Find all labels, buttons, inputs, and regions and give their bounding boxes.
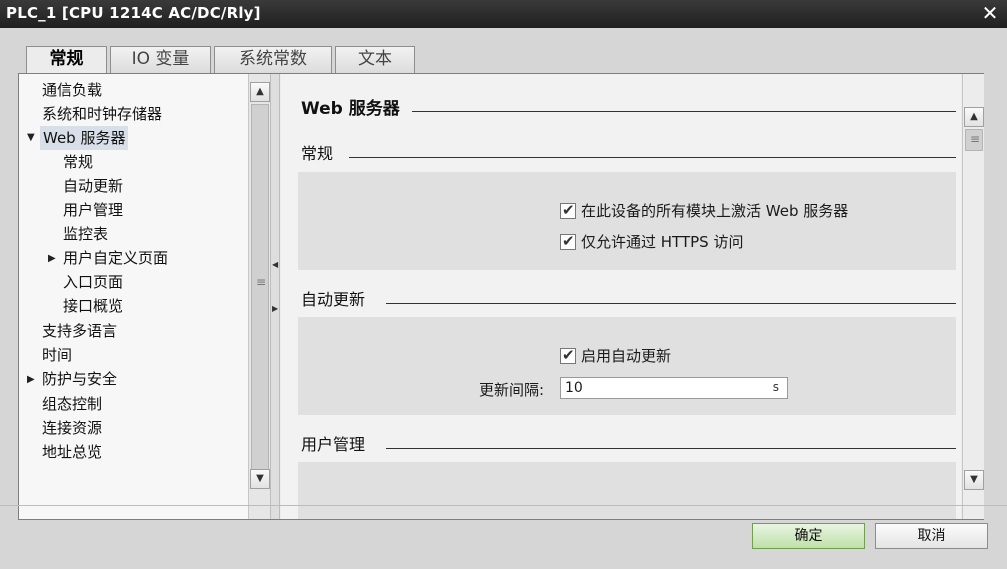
nav-item-user-management[interactable]: 用户管理 <box>63 198 123 222</box>
close-icon[interactable]: ✕ <box>979 2 1001 24</box>
auto-update-group: ✔ 启用自动更新 更新间隔: 10 s <box>298 317 956 415</box>
https-only-label: 仅允许通过 HTTPS 访问 <box>581 233 744 251</box>
nav-item-multilingual[interactable]: 支持多语言 <box>42 319 117 343</box>
section-rule <box>386 448 956 449</box>
title-bar: PLC_1 [CPU 1214C AC/DC/Rly] ✕ <box>0 0 1007 28</box>
nav-item-watch-tables[interactable]: 监控表 <box>63 222 108 246</box>
grip-icon: ≡ <box>256 275 267 289</box>
properties-panel: 通信负载 系统和时钟存储器 ▼ Web 服务器 常规 自动更新 用户管理 监控表… <box>18 73 984 520</box>
collapse-left-icon[interactable]: ◀ <box>272 260 278 269</box>
nav-item-comm-load[interactable]: 通信负载 <box>42 78 102 102</box>
tab-io-tags[interactable]: IO 变量 <box>110 46 211 73</box>
expand-right-icon[interactable]: ▶ <box>272 304 278 313</box>
collapse-arrow-icon[interactable]: ▶ <box>48 247 56 271</box>
scroll-up-icon[interactable]: ▲ <box>964 107 984 127</box>
nav-item-config-control[interactable]: 组态控制 <box>42 392 102 416</box>
nav-item-user-defined-pages[interactable]: 用户自定义页面 <box>63 246 168 270</box>
update-interval-label: 更新间隔: <box>479 381 545 399</box>
expand-arrow-icon[interactable]: ▼ <box>27 126 35 150</box>
nav-item-web-general[interactable]: 常规 <box>63 150 93 174</box>
tab-general[interactable]: 常规 <box>26 46 107 74</box>
section-rule <box>349 157 956 158</box>
user-management-group <box>298 462 956 519</box>
title-rule <box>412 111 956 112</box>
enable-auto-update-label: 启用自动更新 <box>581 347 672 365</box>
section-title-auto-update: 自动更新 <box>301 290 366 309</box>
update-interval-value: 10 <box>565 380 583 396</box>
nav-item-protection-security[interactable]: 防护与安全 <box>42 367 117 391</box>
tab-texts[interactable]: 文本 <box>335 46 415 73</box>
nav-item-system-clock-memory[interactable]: 系统和时钟存储器 <box>42 102 162 126</box>
nav-item-time[interactable]: 时间 <box>42 343 72 367</box>
ok-button[interactable]: 确定 <box>752 523 865 549</box>
navigation-tree: 通信负载 系统和时钟存储器 ▼ Web 服务器 常规 自动更新 用户管理 监控表… <box>19 74 248 519</box>
scroll-up-icon[interactable]: ▲ <box>250 82 270 102</box>
nav-item-connection-resources[interactable]: 连接资源 <box>42 416 102 440</box>
nav-scrollbar[interactable]: ▲ ≡ ▼ <box>248 74 270 519</box>
nav-item-entry-page[interactable]: 入口页面 <box>63 270 123 294</box>
scroll-down-icon[interactable]: ▼ <box>250 469 270 489</box>
scrollbar-thumb[interactable]: ≡ <box>965 129 983 151</box>
section-title-user-management: 用户管理 <box>301 435 366 454</box>
nav-item-address-overview[interactable]: 地址总览 <box>42 440 102 464</box>
activate-web-server-label: 在此设备的所有模块上激活 Web 服务器 <box>581 202 849 220</box>
collapse-arrow-icon[interactable]: ▶ <box>27 368 35 392</box>
scrollbar-thumb[interactable]: ≡ <box>251 104 269 470</box>
section-title-general: 常规 <box>301 144 334 163</box>
grip-icon: ≡ <box>970 132 981 146</box>
scroll-down-icon[interactable]: ▼ <box>964 470 984 490</box>
tab-system-constants[interactable]: 系统常数 <box>214 46 332 73</box>
section-rule <box>386 303 956 304</box>
checkmark-icon: ✔ <box>562 232 575 250</box>
content-scrollbar[interactable]: ▲ ≡ ▼ <box>962 74 984 519</box>
nav-item-auto-update[interactable]: 自动更新 <box>63 174 123 198</box>
window-title: PLC_1 [CPU 1214C AC/DC/Rly] <box>6 4 261 22</box>
footer-divider <box>0 505 1007 506</box>
update-interval-unit: s <box>772 380 779 394</box>
enable-auto-update-checkbox[interactable]: ✔ 启用自动更新 <box>560 345 671 367</box>
cancel-button[interactable]: 取消 <box>875 523 988 549</box>
activate-web-server-checkbox[interactable]: ✔ 在此设备的所有模块上激活 Web 服务器 <box>560 200 848 222</box>
general-group: ✔ 在此设备的所有模块上激活 Web 服务器 ✔ 仅允许通过 HTTPS 访问 <box>298 172 956 270</box>
update-interval-input[interactable]: 10 s <box>560 377 788 399</box>
nav-item-web-server[interactable]: Web 服务器 <box>40 126 129 150</box>
checkmark-icon: ✔ <box>562 346 575 364</box>
panel-splitter[interactable]: ◀ ▶ <box>270 74 280 519</box>
https-only-checkbox[interactable]: ✔ 仅允许通过 HTTPS 访问 <box>560 231 743 253</box>
content-area: Web 服务器 常规 ✔ 在此设备的所有模块上激活 Web 服务器 ✔ 仅允许通过 … <box>281 74 961 519</box>
checkmark-icon: ✔ <box>562 201 575 219</box>
page-title: Web 服务器 <box>301 99 400 119</box>
properties-dialog: 常规 IO 变量 系统常数 文本 通信负载 系统和时钟存储器 ▼ Web 服务器… <box>0 28 1007 569</box>
nav-item-interface-overview[interactable]: 接口概览 <box>63 294 123 318</box>
